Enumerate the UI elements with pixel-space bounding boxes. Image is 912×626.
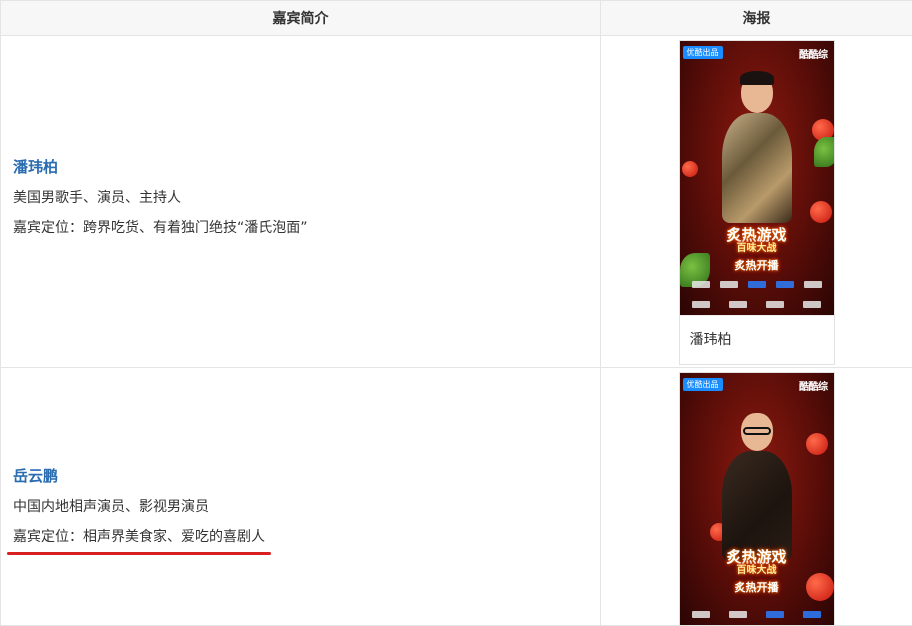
guest-portrait xyxy=(716,409,798,559)
guest-positioning-underlined: 嘉宾定位：相声界美食家、爱吃的喜剧人 xyxy=(13,526,588,546)
guest-description: 中国内地相声演员、影视男演员 xyxy=(13,496,588,516)
table-row: 潘玮柏 美国男歌手、演员、主持人 嘉宾定位：跨界吃货、有着独门绝技“潘氏泡面” … xyxy=(1,36,912,368)
show-slogan: 炙热开播 xyxy=(702,259,812,273)
sponsor-logo xyxy=(692,301,710,308)
portrait-body xyxy=(722,451,792,561)
sponsor-logo xyxy=(776,281,794,288)
sponsor-logos xyxy=(692,609,822,619)
guest-name-link[interactable]: 潘玮柏 xyxy=(13,156,588,177)
poster-card[interactable]: 优酷出品 酷酷综 炙热游戏 百味大战 炙热开播 xyxy=(679,372,835,625)
guest-positioning: 嘉宾定位：相声界美食家、爱吃的喜剧人 xyxy=(13,529,265,545)
guest-description: 美国男歌手、演员、主持人 xyxy=(13,187,588,207)
poster-caption: 潘玮柏 xyxy=(680,315,834,364)
sponsor-logos xyxy=(692,279,822,289)
guest-portrait xyxy=(716,71,798,221)
chili-icon xyxy=(806,433,828,455)
show-subtitle: 百味大战 xyxy=(702,565,812,577)
poster-image[interactable]: 优酷出品 酷酷综 炙热游戏 百味大战 炙热开播 xyxy=(680,373,834,625)
youku-badge: 优酷出品 xyxy=(683,378,723,391)
table-header-row: 嘉宾简介 海报 xyxy=(1,1,912,36)
show-title-art: 炙热游戏 百味大战 炙热开播 xyxy=(702,227,812,273)
guest-intro-cell: 岳云鹏 中国内地相声演员、影视男演员 嘉宾定位：相声界美食家、爱吃的喜剧人 xyxy=(1,368,601,626)
table-row: 岳云鹏 中国内地相声演员、影视男演员 嘉宾定位：相声界美食家、爱吃的喜剧人 优酷… xyxy=(1,368,912,626)
sponsor-logo xyxy=(766,611,784,618)
tomato-icon xyxy=(810,201,832,223)
header-poster: 海报 xyxy=(601,1,912,36)
poster-card[interactable]: 优酷出品 酷酷综 炙热游戏 xyxy=(679,40,835,365)
guest-intro-cell: 潘玮柏 美国男歌手、演员、主持人 嘉宾定位：跨界吃货、有着独门绝技“潘氏泡面” xyxy=(1,36,601,368)
show-subtitle: 百味大战 xyxy=(702,243,812,255)
leaf-icon xyxy=(814,137,834,167)
header-intro: 嘉宾简介 xyxy=(1,1,601,36)
sponsor-logo xyxy=(692,611,710,618)
guest-name-link[interactable]: 岳云鹏 xyxy=(13,465,588,486)
guest-positioning: 嘉宾定位：跨界吃货、有着独门绝技“潘氏泡面” xyxy=(13,217,588,237)
show-title-art: 炙热游戏 百味大战 炙热开播 xyxy=(702,549,812,595)
sponsor-logo xyxy=(720,281,738,288)
sponsor-strip xyxy=(692,299,822,309)
brand-logo: 酷酷综 xyxy=(799,46,828,61)
show-slogan: 炙热开播 xyxy=(702,581,812,595)
sponsor-logo xyxy=(766,301,784,308)
red-underline-annotation xyxy=(7,552,271,555)
sponsor-logo xyxy=(729,611,747,618)
brand-logo: 酷酷综 xyxy=(799,378,828,393)
portrait-body xyxy=(722,113,792,223)
sponsor-logo xyxy=(803,301,821,308)
sponsor-logo xyxy=(729,301,747,308)
sponsor-logo xyxy=(692,281,710,288)
poster-image[interactable]: 优酷出品 酷酷综 炙热游戏 xyxy=(680,41,834,315)
sponsor-logo xyxy=(804,281,822,288)
sponsor-logo xyxy=(803,611,821,618)
show-title: 炙热游戏 xyxy=(702,549,812,565)
highlighted-positioning: 嘉宾定位：相声界美食家、爱吃的喜剧人 xyxy=(13,526,265,546)
show-title: 炙热游戏 xyxy=(702,227,812,243)
glasses-icon xyxy=(743,427,771,435)
guest-poster-cell: 优酷出品 酷酷综 炙热游戏 xyxy=(601,36,912,368)
guest-poster-cell: 优酷出品 酷酷综 炙热游戏 百味大战 炙热开播 xyxy=(601,368,912,626)
guest-table: 嘉宾简介 海报 潘玮柏 美国男歌手、演员、主持人 嘉宾定位：跨界吃货、有着独门绝… xyxy=(0,0,912,626)
sponsor-logo xyxy=(748,281,766,288)
chili-icon xyxy=(682,161,698,177)
youku-badge: 优酷出品 xyxy=(683,46,723,59)
portrait-hair xyxy=(740,71,774,85)
